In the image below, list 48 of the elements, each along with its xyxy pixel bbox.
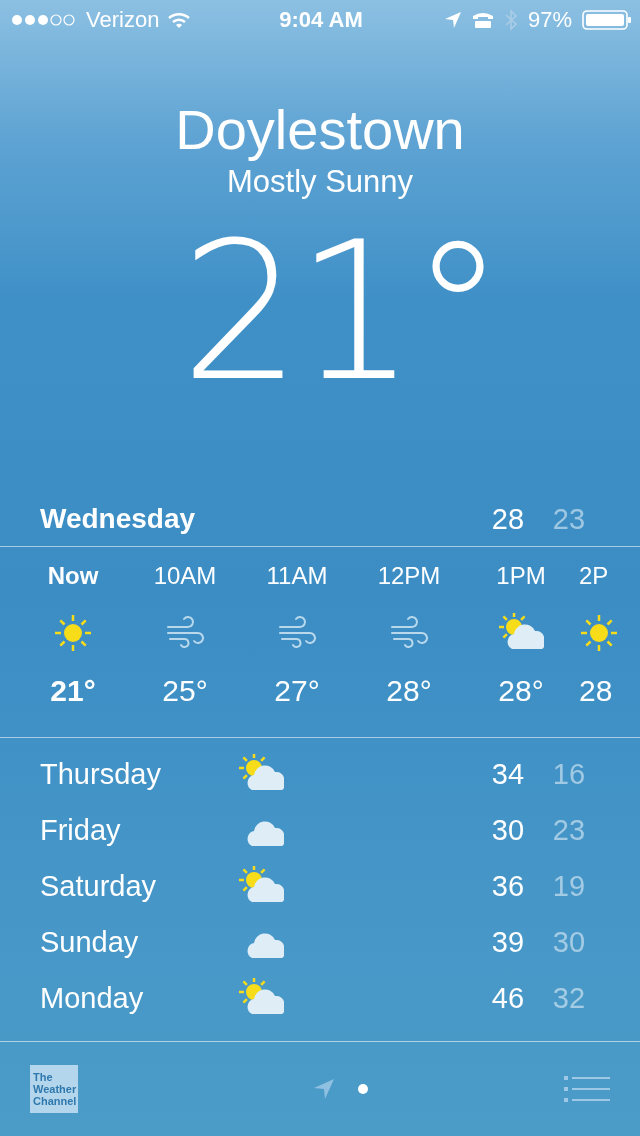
high-temperature: 46 bbox=[490, 981, 526, 1015]
sun-icon bbox=[53, 613, 93, 653]
location-arrow-icon bbox=[313, 1078, 335, 1100]
hour-temperature: 28° bbox=[386, 673, 432, 709]
city-name: Doylestown bbox=[175, 98, 465, 162]
high-temperature: 36 bbox=[490, 869, 526, 903]
hour-temperature: 21° bbox=[50, 673, 96, 709]
day-name: Thursday bbox=[40, 757, 162, 791]
battery-percent: 97% bbox=[527, 7, 572, 33]
low-temperature: 30 bbox=[551, 925, 587, 959]
day-name: Friday bbox=[40, 813, 122, 847]
list-icon[interactable] bbox=[564, 1075, 610, 1103]
high-temperature: 30 bbox=[490, 813, 526, 847]
tty-icon bbox=[471, 11, 494, 29]
low-temperature: 23 bbox=[551, 502, 587, 536]
hour-temperature: 25° bbox=[162, 673, 208, 709]
high-temperature: 39 bbox=[490, 925, 526, 959]
hour-label: 11AM bbox=[266, 561, 328, 591]
weather-condition: Mostly Sunny bbox=[226, 163, 414, 201]
hour-label: 12PM bbox=[377, 561, 441, 591]
day-name: Sunday bbox=[40, 925, 140, 959]
hour-temperature: 28 bbox=[579, 673, 613, 709]
low-temperature: 32 bbox=[551, 981, 587, 1015]
hour-label: 2P bbox=[579, 561, 609, 591]
hour-temperature: 28° bbox=[498, 673, 544, 709]
signal-icon bbox=[10, 12, 78, 28]
day-name: Wednesday bbox=[40, 503, 197, 535]
low-temperature: 23 bbox=[551, 813, 587, 847]
low-temperature: 19 bbox=[551, 869, 587, 903]
weather-channel-logo[interactable]: The Weather Channel bbox=[30, 1065, 78, 1113]
hour-label: 10AM bbox=[153, 561, 217, 591]
carrier-name: Verizon bbox=[86, 7, 160, 33]
hour-label: 1PM bbox=[496, 561, 546, 591]
day-name: Monday bbox=[40, 981, 145, 1015]
sun-icon bbox=[579, 613, 619, 653]
high-temperature: 34 bbox=[490, 757, 526, 791]
bluetooth-icon bbox=[503, 9, 518, 31]
wifi-icon bbox=[167, 11, 192, 29]
page-dot-icon bbox=[357, 1083, 369, 1095]
day-name: Saturday bbox=[40, 869, 158, 903]
hour-temperature: 27° bbox=[274, 673, 320, 709]
low-temperature: 16 bbox=[551, 757, 587, 791]
status-time: 9:04 AM bbox=[279, 7, 363, 33]
battery-icon bbox=[582, 9, 632, 31]
current-temperature: 21° bbox=[179, 218, 500, 408]
high-temperature: 28 bbox=[490, 502, 526, 536]
hour-label: Now bbox=[47, 561, 99, 591]
location-arrow-icon bbox=[443, 11, 462, 29]
